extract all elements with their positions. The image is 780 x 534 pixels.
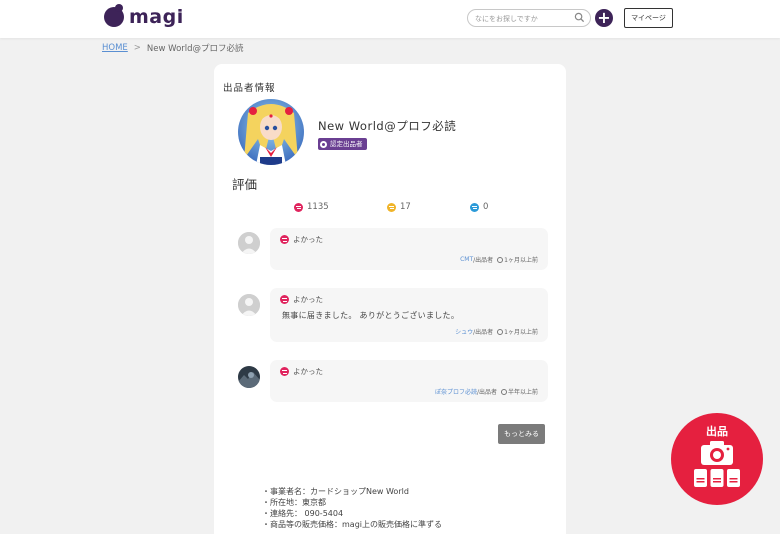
rating-bad[interactable]: 0: [470, 202, 488, 212]
reviewer-avatar[interactable]: [238, 232, 260, 254]
review-rating: よかった: [280, 294, 323, 305]
reviewer-avatar[interactable]: [238, 366, 260, 388]
review-bubble: よかった ぽ奈プロフ必読 /出品者 半年以上前: [270, 360, 548, 402]
seller-avatar[interactable]: [238, 99, 304, 165]
rating-bad-count: 0: [483, 202, 489, 212]
reviewer-role: /出品者: [473, 257, 494, 264]
rating-normal[interactable]: 17: [387, 202, 411, 212]
seller-card: 出品者情報 New World@プロフ必読 認定出品者 評価 1135 17 0…: [214, 64, 566, 534]
reviewer-role: /出品者: [473, 329, 494, 336]
good-face-icon: [280, 295, 289, 304]
rating-stats: 1135 17 0: [214, 202, 566, 214]
info-line: ・連絡先： 090-5404: [262, 509, 344, 518]
good-face-icon: [280, 367, 289, 376]
reviewer-name-link[interactable]: シュウ: [455, 327, 473, 336]
mypage-button[interactable]: マイページ: [624, 8, 673, 28]
clock-icon: [500, 388, 507, 395]
logo-text: magi: [129, 6, 184, 28]
review-rating: よかった: [280, 234, 323, 245]
sell-button[interactable]: 出品: [671, 413, 763, 505]
reviewer-role: /出品者: [476, 389, 497, 396]
review-rating-label: よかった: [293, 235, 323, 244]
review-bubble: よかった CMT /出品者 1ヶ月以上前: [270, 228, 548, 270]
review-meta: ぽ奈プロフ必読 /出品者 半年以上前: [435, 387, 538, 396]
breadcrumb-home-link[interactable]: HOME: [102, 43, 128, 53]
review-meta: CMT /出品者 1ヶ月以上前: [460, 255, 538, 264]
review-bubble: よかった 無事に届きました。 ありがとうございました。 シュウ /出品者 1ヶ月…: [270, 288, 548, 342]
camera-icon: [701, 441, 733, 465]
clock-icon: [497, 328, 504, 335]
review-time: 1ヶ月以上前: [504, 329, 538, 336]
search-icon[interactable]: [574, 12, 585, 23]
reviewer-avatar[interactable]: [238, 294, 260, 316]
bad-face-icon: [470, 202, 479, 212]
good-face-icon: [280, 235, 289, 244]
verified-badge: 認定出品者: [318, 138, 367, 150]
review-time: 1ヶ月以上前: [504, 257, 538, 264]
search-input[interactable]: [475, 12, 575, 25]
more-reviews-button[interactable]: もっとみる: [498, 424, 545, 444]
seller-name: New World@プロフ必読: [318, 119, 457, 133]
breadcrumb-separator: >: [133, 43, 141, 53]
default-avatar-icon: [238, 294, 260, 316]
review-rating-label: よかった: [293, 367, 323, 376]
review-meta: シュウ /出品者 1ヶ月以上前: [455, 327, 538, 336]
breadcrumb: HOME > New World@プロフ必読: [102, 42, 244, 54]
rating-heading: 評価: [232, 177, 258, 192]
review-time: 半年以上前: [507, 389, 538, 396]
logo-icon: [104, 4, 124, 27]
breadcrumb-current: New World@プロフ必読: [146, 44, 244, 54]
normal-face-icon: [387, 202, 396, 212]
reviewer-photo: [238, 366, 260, 388]
review-rating-label: よかった: [293, 295, 323, 304]
site-header: magi + マイページ: [0, 0, 780, 38]
sell-button-label: 出品: [706, 425, 728, 438]
rating-good-count: 1135: [307, 202, 329, 212]
verified-badge-label: 認定出品者: [330, 140, 363, 148]
search-box: [467, 9, 591, 27]
info-line: ・商品等の販売価格：magi上の販売価格に準ずる: [262, 520, 442, 529]
info-line: ・所在地：東京都: [262, 498, 326, 507]
review-comment: 無事に届きました。 ありがとうございました。: [282, 311, 460, 320]
default-avatar-icon: [238, 232, 260, 254]
good-face-icon: [294, 202, 303, 212]
cards-icon: [694, 469, 740, 487]
seller-avatar-image: [238, 99, 304, 165]
rating-good[interactable]: 1135: [294, 202, 329, 212]
info-line: ・事業者名：カードショップNew World: [262, 487, 409, 496]
add-listing-button[interactable]: +: [595, 9, 613, 27]
reviewer-name-link[interactable]: ぽ奈プロフ必読: [435, 387, 477, 396]
verified-icon: [320, 140, 327, 148]
rating-normal-count: 17: [400, 202, 411, 212]
seller-business-info: ・事業者名：カードショップNew World ・所在地：東京都 ・連絡先： 09…: [262, 486, 442, 530]
section-title: 出品者情報: [223, 83, 276, 94]
review-rating: よかった: [280, 366, 323, 377]
logo[interactable]: magi: [104, 4, 184, 28]
clock-icon: [497, 256, 504, 263]
reviewer-name-link[interactable]: CMT: [460, 256, 473, 263]
